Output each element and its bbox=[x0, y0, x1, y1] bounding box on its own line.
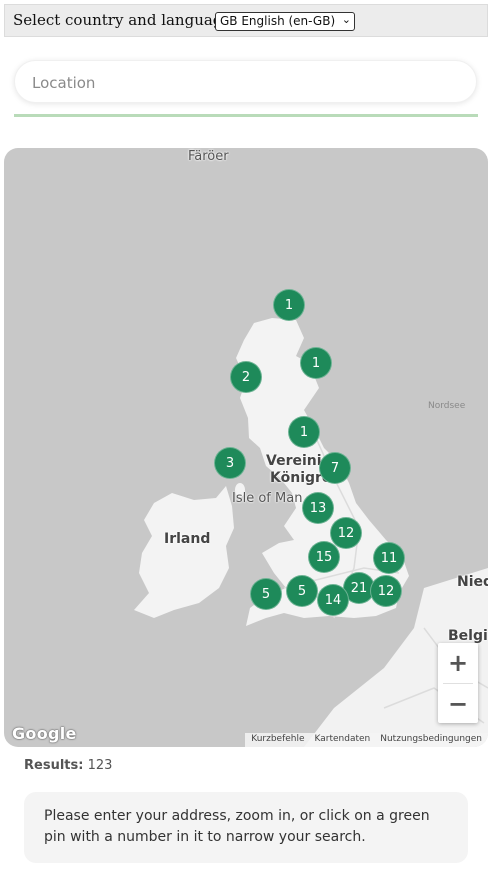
keyboard-shortcuts-link[interactable]: Kurzbefehle bbox=[251, 734, 304, 747]
map-pin[interactable]: 12 bbox=[370, 575, 402, 607]
google-logo[interactable]: Google bbox=[12, 724, 77, 743]
map-pin[interactable]: 1 bbox=[273, 289, 305, 321]
terms-link[interactable]: Nutzungsbedingungen bbox=[380, 734, 482, 747]
results-summary: Results: 123 bbox=[24, 758, 112, 773]
map-attribution: Kurzbefehle Kartendaten Nutzungsbedingun… bbox=[245, 733, 488, 747]
search-progress-line bbox=[14, 114, 478, 117]
country-language-bar: Select country and language: GB English … bbox=[4, 4, 488, 37]
info-message: Please enter your address, zoom in, or c… bbox=[24, 792, 468, 863]
map-pin[interactable]: 2 bbox=[230, 361, 262, 393]
zoom-in-button[interactable]: + bbox=[438, 643, 478, 683]
map-pin[interactable]: 7 bbox=[319, 452, 351, 484]
results-label: Results: bbox=[24, 758, 84, 773]
zoom-control: + − bbox=[438, 643, 478, 723]
map-pin[interactable]: 11 bbox=[373, 542, 405, 574]
chevron-down-icon: ⌄ bbox=[341, 13, 351, 26]
map-pin[interactable]: 5 bbox=[286, 575, 318, 607]
zoom-out-button[interactable]: − bbox=[438, 684, 478, 724]
map-label-faroe: Färöer bbox=[188, 149, 229, 164]
map-land-svg bbox=[134, 318, 488, 747]
map-pin[interactable]: 1 bbox=[288, 416, 320, 448]
map-pin[interactable]: 14 bbox=[317, 584, 349, 616]
results-count: 123 bbox=[87, 758, 113, 773]
map-label-north-sea: Nordsee bbox=[428, 401, 466, 411]
country-language-label: Select country and language: bbox=[13, 11, 237, 29]
map-data-link[interactable]: Kartendaten bbox=[315, 734, 371, 747]
map-pin[interactable]: 15 bbox=[308, 541, 340, 573]
language-select[interactable]: GB English (en-GB) ⌄ bbox=[215, 12, 355, 31]
language-select-value: GB English (en-GB) bbox=[220, 14, 336, 28]
map-label-nied: Nied bbox=[457, 574, 488, 590]
map-label-ireland: Irland bbox=[164, 531, 211, 547]
map-label-isle-of-man: Isle of Man bbox=[232, 491, 303, 506]
map-pin[interactable]: 13 bbox=[302, 492, 334, 524]
location-search-box bbox=[14, 60, 477, 103]
map-pin[interactable]: 1 bbox=[300, 347, 332, 379]
map-pin[interactable]: 3 bbox=[214, 447, 246, 479]
map-label-belg: Belgi bbox=[448, 628, 488, 644]
map-pin[interactable]: 5 bbox=[250, 578, 282, 610]
store-map[interactable]: Färöer Nordsee Vereinig Königre Isle of … bbox=[4, 148, 488, 747]
location-input[interactable] bbox=[30, 71, 454, 95]
map-pin[interactable]: 12 bbox=[330, 517, 362, 549]
